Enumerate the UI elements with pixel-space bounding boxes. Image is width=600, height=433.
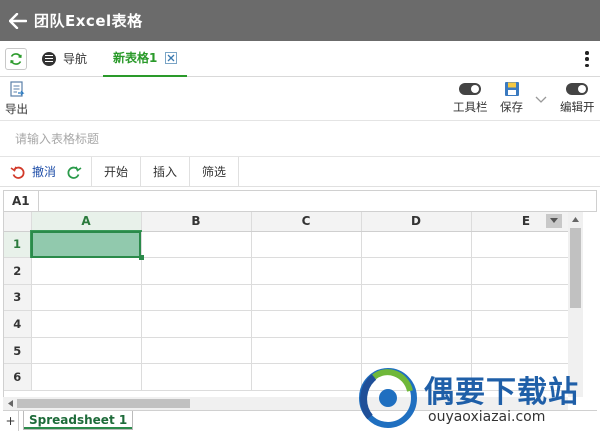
undo-icon[interactable] (10, 164, 26, 180)
grid-cell[interactable] (251, 363, 362, 392)
scroll-up-arrow-icon[interactable] (568, 212, 583, 226)
grid-cell[interactable] (471, 284, 582, 312)
vertical-scroll-thumb[interactable] (570, 228, 581, 308)
export-button[interactable]: 导出 (5, 81, 28, 117)
caret-down-icon (550, 218, 558, 223)
toolbar-toggle-label: 工具栏 (453, 100, 488, 114)
sheet-tab-bar: + Spreadsheet 1 (3, 410, 597, 431)
grid-cell[interactable] (251, 257, 362, 285)
save-button[interactable]: 保存 (500, 81, 523, 115)
grid-cell[interactable] (251, 284, 362, 312)
column-header[interactable]: A (31, 212, 142, 232)
grid-cell[interactable] (251, 231, 362, 259)
spreadsheet-grid: A B C D E 1 2 3 4 5 6 (3, 212, 586, 397)
close-tab-icon[interactable] (165, 51, 178, 64)
cell-reference[interactable]: A1 (4, 191, 39, 211)
sheet-tab[interactable]: Spreadsheet 1 (23, 411, 134, 430)
grid-cell[interactable] (361, 231, 472, 259)
grid-cell[interactable] (31, 337, 142, 365)
edit-toggle-label: 编辑开 (560, 100, 595, 114)
grid-cell[interactable] (31, 284, 142, 312)
undo-label[interactable]: 撤消 (32, 163, 56, 180)
fill-handle[interactable] (138, 255, 144, 261)
column-header[interactable]: C (251, 212, 362, 232)
menu-circle-icon (42, 51, 56, 66)
ribbon: 撤消 开始 插入 筛选 (0, 157, 600, 187)
row-header[interactable]: 4 (4, 310, 32, 338)
sheet-title-input[interactable] (0, 121, 600, 156)
grid-cell[interactable] (141, 337, 252, 365)
horizontal-scrollbar[interactable] (3, 397, 568, 410)
add-sheet-button[interactable]: + (3, 411, 19, 431)
edit-toggle[interactable]: 编辑开 (560, 83, 595, 115)
grid-cell[interactable] (361, 310, 472, 338)
column-header[interactable]: D (361, 212, 472, 232)
chevron-down-icon[interactable] (534, 95, 548, 105)
formula-input[interactable] (39, 191, 596, 211)
ribbon-tab-insert[interactable]: 插入 (141, 157, 190, 186)
tab-bar: 导航 新表格1 (0, 41, 600, 77)
grid-cell[interactable] (141, 231, 252, 259)
edit-toggle-switch[interactable] (566, 83, 589, 95)
active-cell[interactable] (31, 231, 144, 261)
column-header[interactable]: E (471, 212, 582, 232)
tab-new-sheet-label: 新表格1 (113, 51, 158, 65)
grid-cell[interactable] (31, 257, 142, 285)
page-title: 团队Excel表格 (34, 12, 143, 30)
save-icon (504, 82, 519, 96)
row-header[interactable]: 2 (4, 257, 32, 285)
grid-cell[interactable] (251, 310, 362, 338)
row-header[interactable]: 5 (4, 337, 32, 365)
formula-bar: A1 (3, 190, 597, 212)
column-header[interactable]: B (141, 212, 252, 232)
row-header[interactable]: 6 (4, 363, 32, 392)
scroll-left-arrow-icon[interactable] (3, 397, 17, 410)
grid-cell[interactable] (471, 310, 582, 338)
save-label: 保存 (500, 100, 523, 114)
grid-cell[interactable] (361, 257, 472, 285)
tab-navigation[interactable]: 导航 (42, 41, 87, 77)
select-all-corner[interactable] (4, 212, 32, 232)
ribbon-tab-filter[interactable]: 筛选 (190, 157, 239, 186)
grid-cell[interactable] (31, 363, 142, 392)
grid-cell[interactable] (251, 337, 362, 365)
header-dropdown-button[interactable] (546, 214, 562, 228)
toolbar: 导出 工具栏 保存 编辑开 (0, 77, 600, 121)
ribbon-tab-start[interactable]: 开始 (92, 157, 141, 186)
export-label: 导出 (5, 102, 28, 116)
grid-cell[interactable] (31, 310, 142, 338)
sheet-title-field (0, 121, 600, 157)
grid-cell[interactable] (141, 310, 252, 338)
grid-cell[interactable] (471, 337, 582, 365)
tab-new-sheet[interactable]: 新表格1 (103, 41, 188, 77)
back-arrow-icon[interactable] (8, 11, 28, 31)
grid-cell[interactable] (471, 363, 582, 392)
redo-icon[interactable] (66, 164, 82, 180)
row-header[interactable]: 3 (4, 284, 32, 312)
grid-cell[interactable] (471, 257, 582, 285)
grid-cell[interactable] (141, 257, 252, 285)
more-menu-icon[interactable] (584, 51, 590, 67)
grid-cell[interactable] (471, 231, 582, 259)
vertical-scrollbar[interactable] (568, 212, 583, 397)
row-header[interactable]: 1 (4, 231, 32, 259)
horizontal-scroll-thumb[interactable] (17, 399, 190, 408)
grid-cell[interactable] (141, 363, 252, 392)
grid-cell[interactable] (141, 284, 252, 312)
grid-cell[interactable] (361, 337, 472, 365)
toolbar-toggle-switch[interactable] (459, 83, 482, 95)
refresh-button[interactable] (5, 47, 27, 70)
tab-navigation-label: 导航 (63, 52, 88, 66)
refresh-icon (10, 52, 22, 65)
grid-cell[interactable] (361, 284, 472, 312)
grid-cell[interactable] (361, 363, 472, 392)
toolbar-toggle[interactable]: 工具栏 (453, 83, 488, 115)
undo-redo-group: 撤消 (0, 157, 92, 186)
export-icon (9, 81, 24, 97)
title-bar: 团队Excel表格 (0, 0, 600, 41)
